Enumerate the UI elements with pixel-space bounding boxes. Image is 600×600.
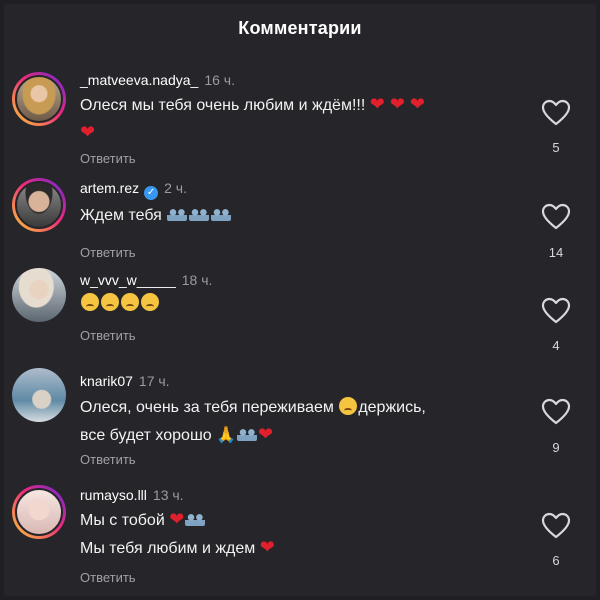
timestamp: 2 ч. [164, 180, 187, 196]
username[interactable]: _matveeva.nadya_ [80, 72, 198, 88]
reply-button[interactable]: Ответить [80, 570, 136, 585]
like-count: 9 [552, 440, 560, 455]
sad-face-emoji [81, 293, 99, 311]
like-heart-icon[interactable] [541, 99, 571, 127]
reply-button[interactable]: Ответить [80, 245, 136, 260]
like-heart-icon[interactable] [541, 512, 571, 540]
like-count: 14 [548, 245, 564, 260]
comment-text-line: все будет хорошо [80, 427, 212, 444]
hug-emoji [189, 209, 210, 221]
avatar[interactable] [12, 368, 66, 422]
heart-emoji: ❤ [80, 122, 96, 142]
username[interactable]: w_vvv_w_____ [80, 272, 176, 288]
like-heart-icon[interactable] [541, 203, 571, 231]
comment-text: Олеся мы тебя очень любим и ждём!!! ❤ ❤ … [80, 91, 520, 147]
pleading-face-emoji [339, 397, 358, 415]
heart-emoji: ❤ [259, 537, 275, 557]
like-count: 4 [552, 338, 560, 353]
comment-text-line: Олеся мы тебя очень любим и ждём!!! [80, 97, 366, 114]
comment-header: rumayso.lll 13 ч. [80, 487, 184, 503]
heart-emoji: ❤ ❤ ❤ [369, 94, 425, 114]
reply-button[interactable]: Ответить [80, 452, 136, 467]
verified-badge-icon: ✓ [144, 186, 159, 200]
reply-button[interactable]: Ответить [80, 328, 136, 343]
avatar[interactable] [12, 178, 66, 232]
timestamp: 16 ч. [204, 72, 235, 88]
comment-text-line: Ждем тебя [80, 207, 162, 224]
like-heart-icon[interactable] [541, 398, 571, 426]
sad-face-emoji [141, 293, 159, 311]
page-title: Комментарии [238, 18, 362, 38]
timestamp: 13 ч. [152, 487, 184, 503]
username[interactable]: knarik07 [80, 373, 133, 389]
hug-emoji [211, 209, 232, 221]
hug-emoji [167, 209, 188, 221]
comment-text [80, 291, 520, 317]
sad-face-emoji [101, 293, 119, 311]
like-heart-icon[interactable] [541, 297, 571, 325]
heart-emoji: ❤ [258, 424, 274, 444]
comment-text: Мы с тобой ❤ Мы тебя любим и ждем ❤ [80, 506, 520, 562]
comment-text-line: Олеся, очень за тебя переживаем [80, 399, 334, 416]
username[interactable]: artem.rez [80, 180, 139, 196]
pray-emoji: 🙏 [216, 427, 237, 444]
avatar[interactable] [12, 485, 66, 539]
sad-face-emoji [121, 293, 139, 311]
reply-button[interactable]: Ответить [80, 151, 136, 166]
hug-emoji [237, 429, 258, 441]
comment-header: knarik07 17 ч. [80, 373, 170, 389]
timestamp: 17 ч. [138, 373, 170, 389]
comment-header: w_vvv_w_____ 18 ч. [80, 272, 212, 288]
heart-emoji: ❤ [169, 509, 185, 529]
avatar[interactable] [12, 72, 66, 126]
like-count: 5 [552, 140, 560, 155]
timestamp: 18 ч. [181, 272, 213, 288]
username[interactable]: rumayso.lll [80, 487, 147, 503]
comment-text: Олеся, очень за тебя переживаем держись,… [80, 395, 520, 449]
comment-text: Ждем тебя [80, 203, 520, 229]
comment-header: _matveeva.nadya_ 16 ч. [80, 72, 235, 88]
comment-header: artem.rez ✓ 2 ч. [80, 180, 187, 200]
comment-text-line: Мы тебя любим и ждем [80, 540, 256, 557]
avatar[interactable] [12, 268, 66, 322]
comment-text-line: Мы с тобой [80, 512, 165, 529]
comment-text-line: держись, [358, 399, 426, 416]
like-count: 6 [552, 553, 560, 568]
hug-emoji [185, 514, 206, 526]
